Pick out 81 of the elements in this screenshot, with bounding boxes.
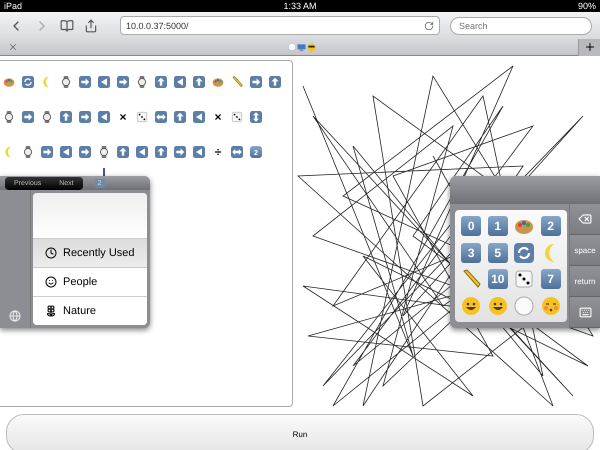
up-down-arrow-icon <box>250 111 262 123</box>
up-arrow-icon <box>60 111 72 123</box>
left-triangle-icon <box>98 111 110 123</box>
address-field[interactable]: 10.0.0.37:5000/ <box>120 16 440 35</box>
smiley-face-icon <box>488 296 508 316</box>
right-arrow-icon <box>79 111 91 123</box>
watch-icon <box>3 111 15 123</box>
left-triangle-icon <box>193 146 205 158</box>
bookmarks-icon[interactable] <box>60 18 74 32</box>
smiley-face-icon <box>45 276 57 288</box>
symbol-emoji: ÷ <box>214 146 222 158</box>
category-item[interactable]: Nature <box>33 296 147 325</box>
keyboard-icon <box>578 306 592 318</box>
hide-keyboard-key[interactable] <box>569 297 600 328</box>
cycle-arrows-icon <box>514 242 534 263</box>
dice-icon <box>136 111 148 123</box>
watch-icon <box>60 76 72 88</box>
carrier-label: iPad <box>4 1 22 11</box>
symbol-emoji: × <box>213 111 222 123</box>
up-arrow-icon <box>117 146 129 158</box>
plus-icon <box>584 41 596 53</box>
right-arrow-icon <box>79 76 91 88</box>
number-key-emoji: 2 <box>540 216 561 236</box>
category-item[interactable]: Recently Used <box>33 238 147 267</box>
number-key-emoji: 1 <box>488 216 508 236</box>
palette-icon <box>212 76 224 88</box>
battery-percent: 90% <box>578 1 596 11</box>
number-key-emoji: 5 <box>488 242 508 263</box>
right-arrow-icon <box>174 146 186 158</box>
up-arrow-icon <box>155 146 167 158</box>
dice-icon <box>514 269 534 290</box>
keyboard-key[interactable]: space <box>569 235 600 266</box>
left-triangle-icon <box>136 146 148 158</box>
watch-icon <box>41 111 53 123</box>
number-key-emoji: 7 <box>540 269 561 290</box>
backspace-icon <box>578 212 592 226</box>
up-arrow-icon <box>155 76 167 88</box>
palette-icon <box>3 76 15 88</box>
run-button[interactable]: Run <box>6 414 594 450</box>
left-triangle-icon <box>193 111 205 123</box>
up-arrow-icon <box>193 76 205 88</box>
pencil-icon <box>231 76 243 88</box>
left-right-arrow-icon <box>231 146 243 158</box>
sunglasses-face-icon <box>307 42 316 52</box>
circle-icon <box>514 296 534 316</box>
right-arrow-icon <box>117 76 129 88</box>
symbol-emoji: × <box>118 111 128 123</box>
right-arrow-icon <box>250 76 262 88</box>
clock-time: 1:33 AM <box>283 1 317 11</box>
watch-icon <box>98 146 110 158</box>
reload-icon[interactable] <box>424 20 434 30</box>
smiley-face-icon <box>461 296 482 316</box>
search-field[interactable]: Search <box>450 16 592 34</box>
cycle-arrows-icon <box>22 76 34 88</box>
watch-icon <box>22 146 34 158</box>
pencil-icon <box>461 269 482 290</box>
left-right-arrow-icon <box>155 111 167 123</box>
up-arrow-icon <box>174 111 186 123</box>
backspace-key[interactable] <box>569 204 600 235</box>
dice-icon <box>231 111 243 123</box>
flower-icon <box>45 305 57 317</box>
number-key-emoji: 0 <box>461 216 482 236</box>
share-icon[interactable] <box>84 18 98 32</box>
keyboard-key[interactable]: return <box>569 266 600 297</box>
number-key-emoji: 3 <box>461 242 482 263</box>
right-arrow-icon <box>79 146 91 158</box>
watch-icon <box>136 76 148 88</box>
new-tab-button[interactable] <box>578 38 600 56</box>
right-arrow-icon <box>22 111 34 123</box>
number-key-emoji: 10 <box>488 269 508 290</box>
right-arrow-icon <box>41 146 53 158</box>
close-icon <box>8 42 18 52</box>
left-triangle-icon <box>60 146 72 158</box>
clock-icon <box>45 247 57 259</box>
circle-icon <box>288 43 296 51</box>
up-arrow-icon <box>269 76 281 88</box>
kissing-face-icon <box>540 296 561 316</box>
left-triangle-icon <box>98 76 110 88</box>
globe-icon[interactable] <box>9 310 21 322</box>
left-triangle-icon <box>174 76 186 88</box>
computer-icon <box>297 42 306 52</box>
